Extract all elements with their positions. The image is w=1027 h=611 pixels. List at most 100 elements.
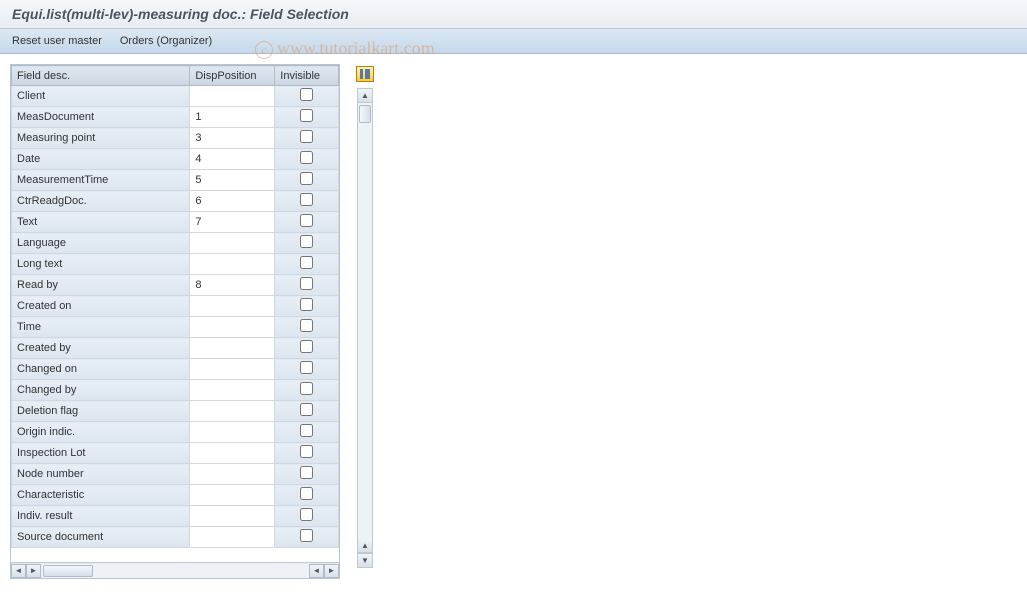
disp-position-cell[interactable] xyxy=(190,443,275,464)
table-row[interactable]: Language xyxy=(12,233,339,254)
field-desc-cell[interactable]: Deletion flag xyxy=(12,401,190,422)
field-desc-cell[interactable]: MeasDocument xyxy=(12,107,190,128)
field-desc-cell[interactable]: Origin indic. xyxy=(12,422,190,443)
hscroll-track[interactable] xyxy=(41,564,309,578)
disp-position-cell[interactable] xyxy=(190,401,275,422)
disp-position-cell[interactable] xyxy=(190,296,275,317)
table-row[interactable]: Created by xyxy=(12,338,339,359)
field-desc-cell[interactable]: Created by xyxy=(12,338,190,359)
reset-user-master-button[interactable]: Reset user master xyxy=(12,35,102,47)
table-row[interactable]: Changed by xyxy=(12,380,339,401)
field-desc-cell[interactable]: Changed on xyxy=(12,359,190,380)
invisible-checkbox[interactable] xyxy=(300,424,313,437)
field-desc-cell[interactable]: Inspection Lot xyxy=(12,443,190,464)
disp-position-cell[interactable] xyxy=(190,86,275,107)
invisible-checkbox[interactable] xyxy=(300,508,313,521)
field-desc-cell[interactable]: Changed by xyxy=(12,380,190,401)
disp-position-cell[interactable] xyxy=(190,233,275,254)
scroll-down-icon[interactable]: ▼ xyxy=(358,553,372,567)
disp-position-cell[interactable]: 7 xyxy=(190,212,275,233)
disp-position-cell[interactable] xyxy=(190,338,275,359)
invisible-checkbox[interactable] xyxy=(300,445,313,458)
disp-position-cell[interactable] xyxy=(190,359,275,380)
disp-position-cell[interactable]: 3 xyxy=(190,128,275,149)
invisible-checkbox[interactable] xyxy=(300,214,313,227)
disp-position-cell[interactable] xyxy=(190,527,275,548)
disp-position-cell[interactable]: 1 xyxy=(190,107,275,128)
invisible-checkbox[interactable] xyxy=(300,340,313,353)
field-desc-cell[interactable]: MeasurementTime xyxy=(12,170,190,191)
table-row[interactable]: Long text xyxy=(12,254,339,275)
invisible-checkbox[interactable] xyxy=(300,529,313,542)
invisible-checkbox[interactable] xyxy=(300,319,313,332)
disp-position-cell[interactable]: 4 xyxy=(190,149,275,170)
invisible-checkbox[interactable] xyxy=(300,130,313,143)
table-row[interactable]: Node number xyxy=(12,464,339,485)
invisible-checkbox[interactable] xyxy=(300,193,313,206)
field-desc-cell[interactable]: Node number xyxy=(12,464,190,485)
table-row[interactable]: Inspection Lot xyxy=(12,443,339,464)
field-desc-cell[interactable]: Date xyxy=(12,149,190,170)
table-row[interactable]: Deletion flag xyxy=(12,401,339,422)
disp-position-cell[interactable]: 8 xyxy=(190,275,275,296)
disp-position-cell[interactable] xyxy=(190,254,275,275)
invisible-checkbox[interactable] xyxy=(300,88,313,101)
vscroll-track[interactable] xyxy=(358,103,372,539)
invisible-checkbox[interactable] xyxy=(300,487,313,500)
disp-position-cell[interactable] xyxy=(190,380,275,401)
field-desc-cell[interactable]: Language xyxy=(12,233,190,254)
table-row[interactable]: Read by8 xyxy=(12,275,339,296)
invisible-checkbox[interactable] xyxy=(300,277,313,290)
field-desc-cell[interactable]: Read by xyxy=(12,275,190,296)
hscroll-thumb[interactable] xyxy=(43,565,93,577)
invisible-checkbox[interactable] xyxy=(300,466,313,479)
vertical-scrollbar[interactable]: ▲ ▲ ▼ xyxy=(357,88,373,568)
invisible-checkbox[interactable] xyxy=(300,151,313,164)
table-row[interactable]: Created on xyxy=(12,296,339,317)
table-row[interactable]: Measuring point3 xyxy=(12,128,339,149)
horizontal-scrollbar[interactable]: ◄ ► ◄ ► xyxy=(11,562,339,578)
orders-organizer-button[interactable]: Orders (Organizer) xyxy=(120,35,212,47)
disp-position-cell[interactable]: 6 xyxy=(190,191,275,212)
scroll-right-icon[interactable]: ► xyxy=(26,564,41,578)
field-desc-cell[interactable]: CtrReadgDoc. xyxy=(12,191,190,212)
scroll-up-icon[interactable]: ▲ xyxy=(358,89,372,103)
scroll-up2-icon[interactable]: ▲ xyxy=(358,539,372,553)
invisible-checkbox[interactable] xyxy=(300,403,313,416)
invisible-checkbox[interactable] xyxy=(300,172,313,185)
table-row[interactable]: Indiv. result xyxy=(12,506,339,527)
field-desc-cell[interactable]: Indiv. result xyxy=(12,506,190,527)
invisible-checkbox[interactable] xyxy=(300,109,313,122)
disp-position-cell[interactable] xyxy=(190,485,275,506)
header-disp-position[interactable]: DispPosition xyxy=(190,66,275,86)
disp-position-cell[interactable]: 5 xyxy=(190,170,275,191)
invisible-checkbox[interactable] xyxy=(300,298,313,311)
table-row[interactable]: Origin indic. xyxy=(12,422,339,443)
table-row[interactable]: Date4 xyxy=(12,149,339,170)
field-desc-cell[interactable]: Long text xyxy=(12,254,190,275)
disp-position-cell[interactable] xyxy=(190,464,275,485)
disp-position-cell[interactable] xyxy=(190,317,275,338)
table-row[interactable]: MeasurementTime5 xyxy=(12,170,339,191)
table-row[interactable]: Text7 xyxy=(12,212,339,233)
table-row[interactable]: MeasDocument1 xyxy=(12,107,339,128)
field-desc-cell[interactable]: Text xyxy=(12,212,190,233)
vscroll-thumb[interactable] xyxy=(359,105,371,123)
scroll-right2-icon[interactable]: ► xyxy=(324,564,339,578)
table-row[interactable]: Time xyxy=(12,317,339,338)
table-row[interactable]: Changed on xyxy=(12,359,339,380)
invisible-checkbox[interactable] xyxy=(300,235,313,248)
table-row[interactable]: Source document xyxy=(12,527,339,548)
field-desc-cell[interactable]: Client xyxy=(12,86,190,107)
field-desc-cell[interactable]: Created on xyxy=(12,296,190,317)
header-invisible[interactable]: Invisible xyxy=(275,66,339,86)
invisible-checkbox[interactable] xyxy=(300,361,313,374)
invisible-checkbox[interactable] xyxy=(300,382,313,395)
table-row[interactable]: CtrReadgDoc.6 xyxy=(12,191,339,212)
invisible-checkbox[interactable] xyxy=(300,256,313,269)
field-desc-cell[interactable]: Measuring point xyxy=(12,128,190,149)
scroll-left-icon[interactable]: ◄ xyxy=(11,564,26,578)
table-settings-icon[interactable] xyxy=(356,66,374,82)
table-row[interactable]: Client xyxy=(12,86,339,107)
header-field-desc[interactable]: Field desc. xyxy=(12,66,190,86)
